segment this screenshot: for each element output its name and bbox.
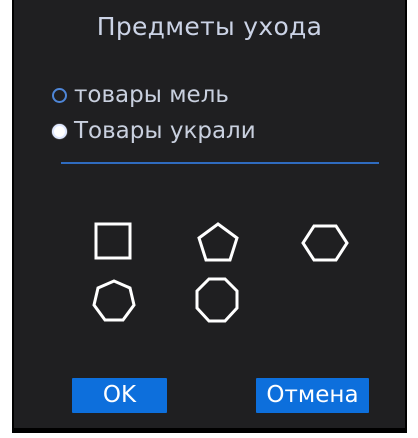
radio-selected-icon[interactable]: [52, 123, 67, 139]
dialog-title: Предметы ухода: [96, 12, 323, 41]
radio-unselected-icon[interactable]: [52, 87, 67, 103]
cancel-button[interactable]: Отмена: [256, 378, 369, 413]
hexagon-icon[interactable]: [301, 223, 349, 263]
pentagon-icon[interactable]: [196, 221, 240, 263]
option-label: Товары украли: [74, 118, 256, 144]
divider: [61, 162, 379, 164]
square-icon[interactable]: [94, 222, 132, 260]
dialog-window: Предметы ухода товары мель Товары украли: [12, 0, 407, 433]
octagon-icon[interactable]: [194, 276, 240, 324]
option-label: товары мель: [74, 82, 229, 108]
option-goods-shallow[interactable]: товары мель: [52, 82, 229, 108]
option-goods-stolen[interactable]: Товары украли: [52, 118, 256, 144]
ok-button[interactable]: OK: [72, 378, 167, 413]
heptagon-icon[interactable]: [91, 278, 137, 324]
